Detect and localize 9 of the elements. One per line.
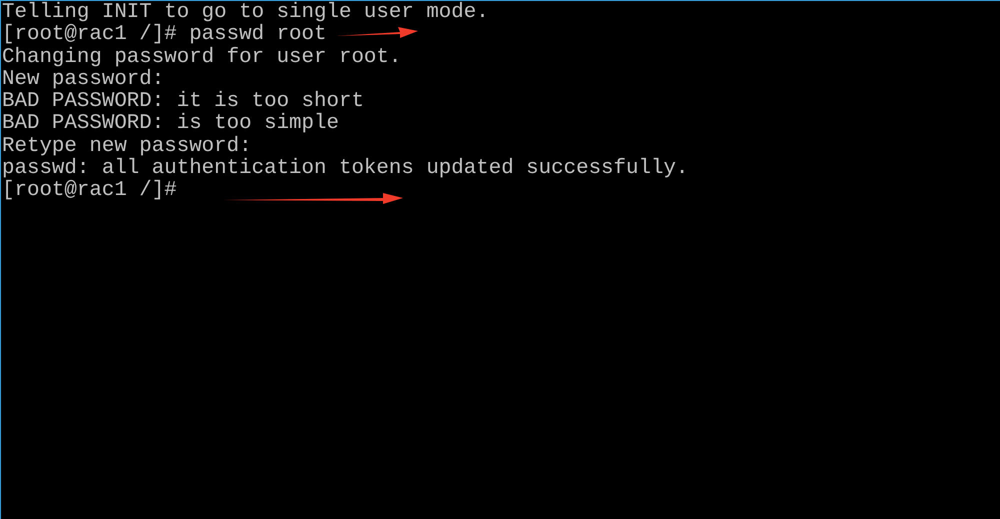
terminal-line: [root@rac1 /]# passwd root: [2, 23, 326, 46]
terminal-line: Retype new password:: [2, 134, 252, 158]
terminal-line: BAD PASSWORD: it is too short: [2, 90, 364, 113]
terminal-line: passwd: all authentication tokens updated successfully.: [2, 156, 688, 180]
terminal-line: Telling INIT to go to single user mode.: [2, 1, 489, 24]
terminal-line: New password:: [2, 68, 164, 91]
terminal-line: BAD PASSWORD: is too simple: [2, 112, 339, 136]
terminal-line: Changing password for user root.: [2, 46, 402, 68]
terminal-line: [root@rac1 /]#: [2, 179, 177, 202]
